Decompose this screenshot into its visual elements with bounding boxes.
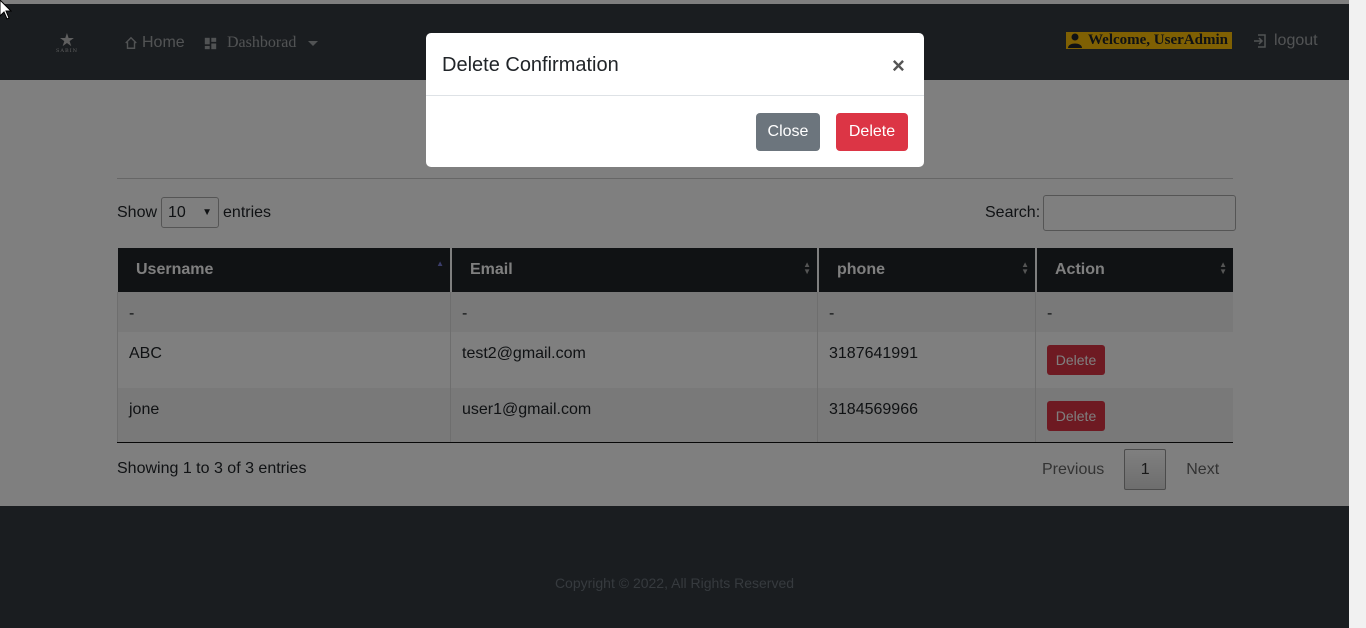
close-icon[interactable]: × — [892, 55, 905, 77]
close-button[interactable]: Close — [756, 113, 820, 151]
modal-title: Delete Confirmation — [442, 54, 619, 76]
modal-header: Delete Confirmation × — [426, 33, 924, 96]
page-scrollbar[interactable] — [1349, 0, 1366, 628]
delete-button[interactable]: Delete — [836, 113, 908, 151]
delete-confirmation-modal: Delete Confirmation × Close Delete — [426, 33, 924, 167]
mouse-cursor-icon — [0, 0, 12, 20]
